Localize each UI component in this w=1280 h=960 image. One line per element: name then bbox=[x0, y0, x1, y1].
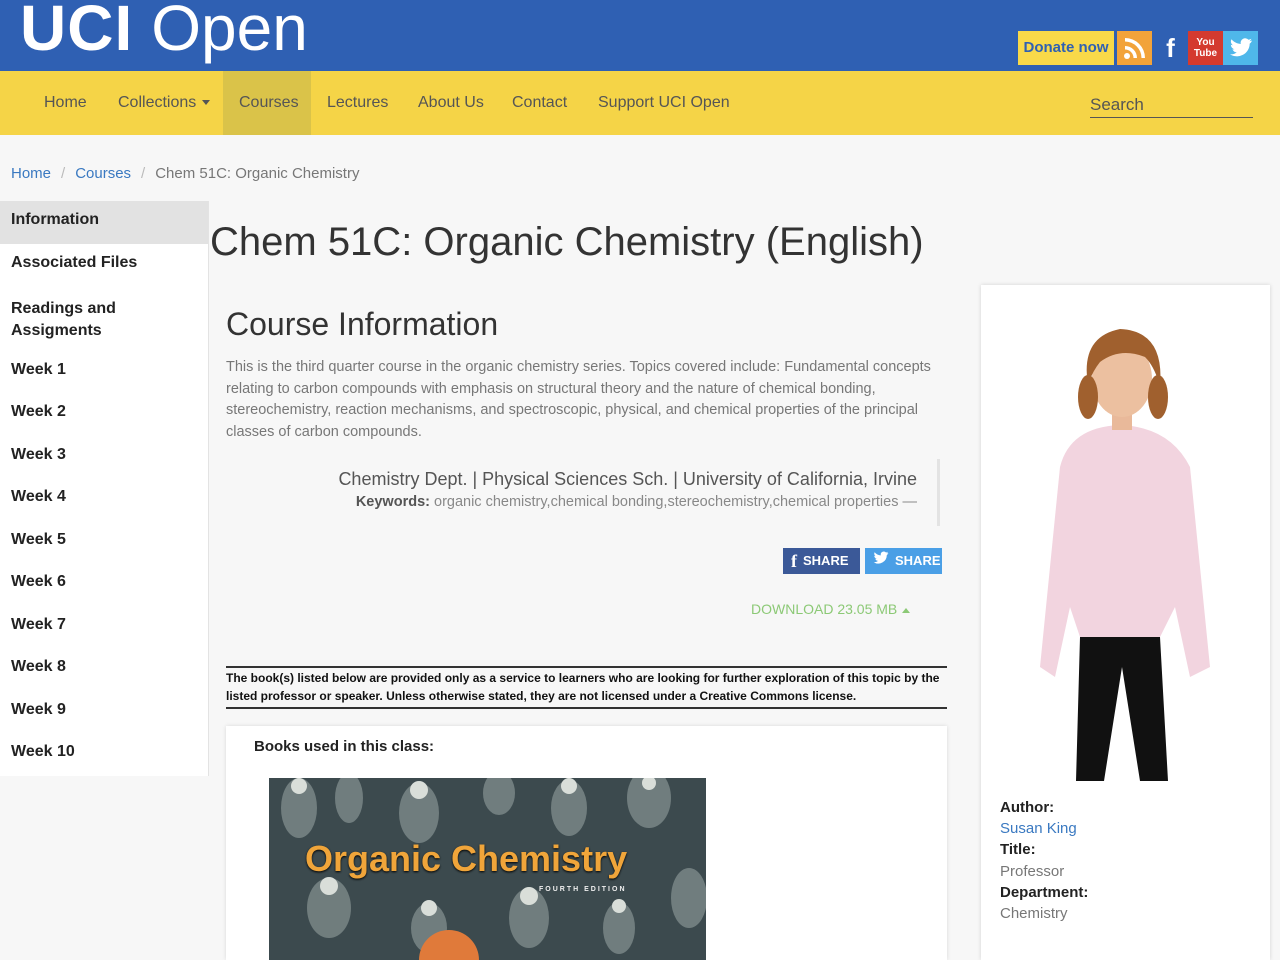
sidebar-item-readings[interactable]: Readings and Assigments bbox=[0, 286, 208, 351]
caret-down-icon bbox=[202, 100, 211, 106]
sidebar-item-associated-files[interactable]: Associated Files bbox=[0, 244, 208, 286]
search-input[interactable] bbox=[1090, 93, 1253, 118]
book-cover-title: Organic Chemistry bbox=[305, 838, 628, 879]
keywords-label: Keywords: bbox=[355, 494, 430, 510]
section-title: Course Information bbox=[226, 306, 499, 342]
sidebar-item-week-9[interactable]: Week 9 bbox=[0, 691, 208, 733]
nav-support[interactable]: Support UCI Open bbox=[582, 71, 746, 135]
course-description: This is the third quarter course in the … bbox=[226, 359, 931, 440]
sidebar-item-week-4[interactable]: Week 4 bbox=[0, 478, 208, 521]
nav-about-us[interactable]: About Us bbox=[402, 71, 500, 135]
uci-open-logo[interactable]: UCI Open bbox=[20, 0, 308, 64]
course-sidebar: Information Associated Files Readings an… bbox=[0, 201, 209, 776]
sidebar-item-week-10[interactable]: Week 10 bbox=[0, 733, 208, 776]
author-name-link[interactable]: Susan King bbox=[1000, 820, 1077, 837]
sidebar-item-week-6[interactable]: Week 6 bbox=[0, 563, 208, 606]
sidebar-item-week-1[interactable]: Week 1 bbox=[0, 351, 208, 393]
breadcrumb-courses[interactable]: Courses bbox=[75, 165, 131, 182]
department-line: Chemistry Dept. | Physical Sciences Sch.… bbox=[338, 469, 917, 489]
page-title: Chem 51C: Organic Chemistry (English) bbox=[210, 220, 924, 264]
title-label: Title: bbox=[1000, 841, 1036, 858]
facebook-share-label: SHARE bbox=[803, 553, 849, 568]
main-nav: Home Collections Courses Lectures About … bbox=[0, 71, 1280, 135]
twitter-share-label: SHARE bbox=[895, 553, 941, 568]
title-value: Professor bbox=[1000, 863, 1065, 880]
nav-home[interactable]: Home bbox=[28, 71, 103, 135]
department-value: Chemistry bbox=[1000, 905, 1068, 922]
logo-open-text: Open bbox=[151, 0, 308, 64]
donate-button[interactable]: Donate now bbox=[1018, 31, 1114, 65]
sidebar-item-week-3[interactable]: Week 3 bbox=[0, 436, 208, 478]
books-heading: Books used in this class: bbox=[254, 738, 435, 755]
books-card: Books used in this class: Organic Chemis… bbox=[226, 726, 947, 960]
nav-collections-label: Collections bbox=[118, 94, 197, 111]
sidebar-item-week-5[interactable]: Week 5 bbox=[0, 521, 208, 563]
keywords-value: organic chemistry,chemical bonding,stere… bbox=[434, 494, 917, 510]
book-cover-edition: FOURTH EDITION bbox=[539, 886, 627, 893]
sidebar-item-information[interactable]: Information bbox=[0, 201, 208, 244]
nav-contact[interactable]: Contact bbox=[496, 71, 583, 135]
twitter-icon[interactable] bbox=[1223, 31, 1258, 65]
author-label: Author: bbox=[1000, 799, 1055, 816]
nav-lectures[interactable]: Lectures bbox=[311, 71, 404, 135]
twitter-share-button[interactable]: SHARE bbox=[865, 548, 942, 574]
facebook-icon: f bbox=[791, 551, 797, 571]
breadcrumb-current: Chem 51C: Organic Chemistry bbox=[155, 165, 360, 182]
department-label: Department: bbox=[1000, 884, 1089, 901]
books-notice: The book(s) listed below are provided on… bbox=[226, 666, 947, 709]
course-attribution: Chemistry Dept. | Physical Sciences Sch.… bbox=[300, 459, 940, 526]
sidebar-item-week-8[interactable]: Week 8 bbox=[0, 648, 208, 691]
top-header: UCI Open Donate now f You Tube bbox=[0, 0, 1280, 71]
nav-collections[interactable]: Collections bbox=[102, 71, 226, 135]
author-card: Author: Susan King Title: Professor Depa… bbox=[981, 285, 1270, 960]
sidebar-item-week-7[interactable]: Week 7 bbox=[0, 606, 208, 648]
keywords-line: Keywords: organic chemistry,chemical bon… bbox=[300, 494, 917, 510]
facebook-icon[interactable]: f bbox=[1153, 31, 1188, 65]
caret-up-icon bbox=[902, 607, 911, 613]
book-cover-image[interactable]: Organic Chemistry FOURTH EDITION bbox=[269, 778, 706, 960]
download-label: DOWNLOAD 23.05 MB bbox=[751, 601, 898, 617]
breadcrumb-separator: / bbox=[141, 165, 146, 182]
nav-courses[interactable]: Courses bbox=[223, 71, 311, 135]
breadcrumb-separator: / bbox=[61, 165, 66, 182]
logo-uci-text: UCI bbox=[20, 0, 134, 64]
author-photo bbox=[1000, 307, 1253, 781]
youtube-icon[interactable]: You Tube bbox=[1188, 31, 1223, 65]
rss-icon[interactable] bbox=[1117, 31, 1152, 65]
breadcrumb: Home / Courses / Chem 51C: Organic Chemistry bbox=[11, 165, 359, 182]
twitter-icon bbox=[873, 548, 889, 574]
download-link[interactable]: DOWNLOAD 23.05 MB bbox=[751, 601, 911, 617]
breadcrumb-home[interactable]: Home bbox=[11, 165, 51, 182]
facebook-share-button[interactable]: f SHARE bbox=[783, 548, 860, 574]
sidebar-item-week-2[interactable]: Week 2 bbox=[0, 393, 208, 436]
